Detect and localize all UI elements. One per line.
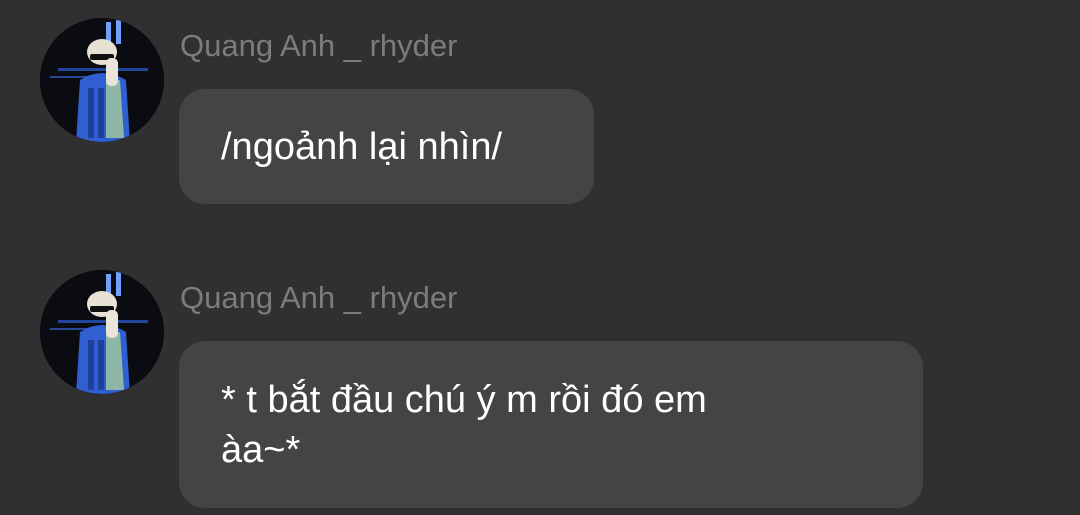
avatar[interactable] xyxy=(40,270,164,394)
message-text: * t bắt đầu chú ý m rồi đó em àa~* xyxy=(221,379,707,471)
sender-name: Quang Anh _ rhyder xyxy=(180,280,458,315)
chat-thread: Quang Anh _ rhyder /ngoảnh lại nhìn/ Qua… xyxy=(0,0,1080,515)
message-bubble[interactable]: * t bắt đầu chú ý m rồi đó em àa~* xyxy=(179,341,923,508)
message-bubble[interactable]: /ngoảnh lại nhìn/ xyxy=(179,89,594,204)
avatar-photo-icon xyxy=(40,270,164,394)
avatar-photo-icon xyxy=(40,18,164,142)
message-text: /ngoảnh lại nhìn/ xyxy=(221,126,503,168)
sender-name: Quang Anh _ rhyder xyxy=(180,28,458,63)
avatar[interactable] xyxy=(40,18,164,142)
